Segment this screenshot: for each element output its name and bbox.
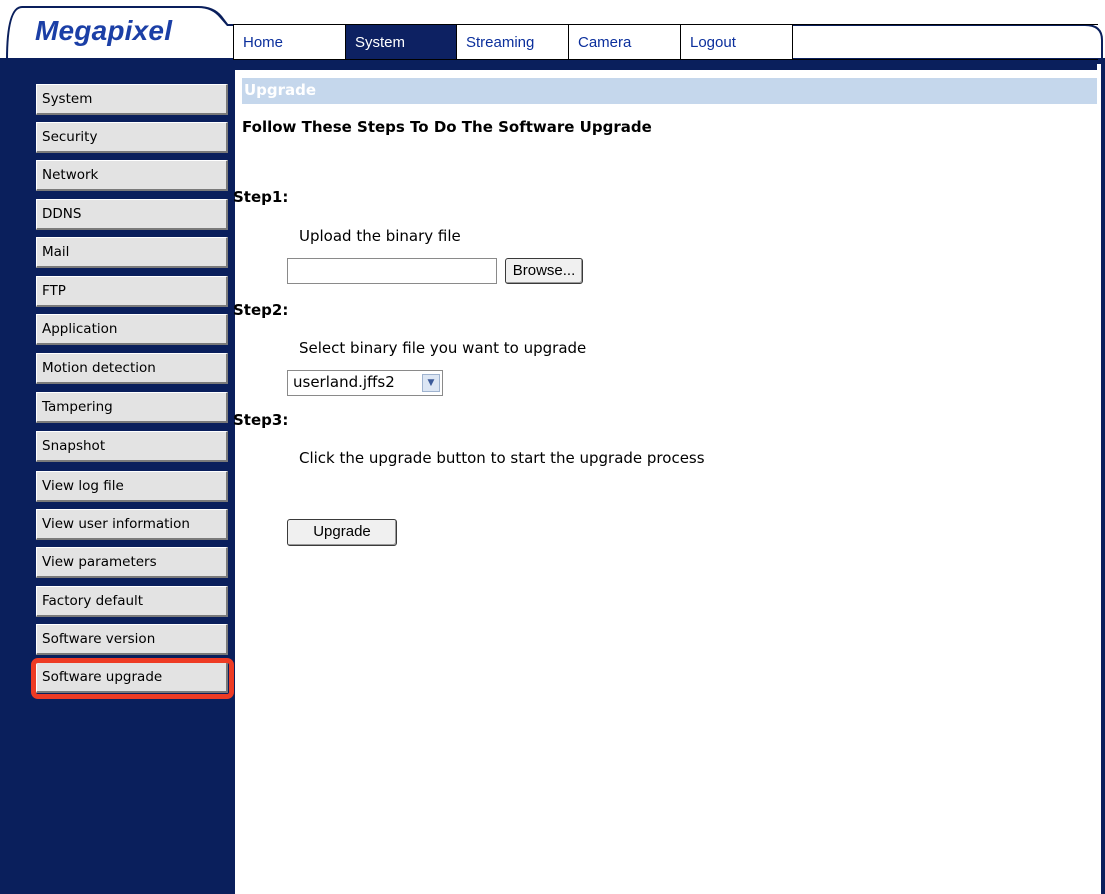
main-content: Upgrade Follow These Steps To Do The Sof…: [233, 64, 1105, 894]
right-frame-edge: [1101, 60, 1105, 894]
upgrade-button[interactable]: Upgrade: [287, 519, 397, 546]
select-value: userland.jffs2: [293, 373, 395, 391]
step1-title: Step1:: [233, 188, 289, 206]
tab-system[interactable]: System: [345, 24, 457, 60]
file-path-input[interactable]: [287, 258, 497, 284]
tab-streaming[interactable]: Streaming: [456, 24, 569, 60]
binary-file-select[interactable]: userland.jffs2 ▼: [287, 370, 443, 396]
step1-description: Upload the binary file: [299, 227, 461, 245]
nav-filler: [792, 24, 1098, 60]
header: Megapixel Home System Streaming Camera L…: [0, 0, 1105, 64]
sidebar-item-view-user-information[interactable]: View user information: [36, 509, 228, 540]
sidebar-item-application[interactable]: Application: [36, 314, 228, 345]
sidebar-item-factory-default[interactable]: Factory default: [36, 586, 228, 617]
sidebar-item-ddns[interactable]: DDNS: [36, 199, 228, 230]
sidebar: System Security Network DDNS Mail FTP Ap…: [0, 64, 235, 894]
sidebar-item-security[interactable]: Security: [36, 122, 228, 153]
top-nav: Home System Streaming Camera Logout: [233, 24, 1098, 60]
step3-description: Click the upgrade button to start the up…: [299, 449, 705, 467]
sidebar-item-view-log-file[interactable]: View log file: [36, 471, 228, 502]
page-heading: Follow These Steps To Do The Software Up…: [242, 118, 652, 136]
sidebar-item-system[interactable]: System: [36, 84, 228, 115]
logo: Megapixel: [35, 15, 173, 46]
step2-description: Select binary file you want to upgrade: [299, 339, 587, 357]
sidebar-item-software-upgrade[interactable]: Software upgrade: [36, 662, 228, 693]
sidebar-item-tampering[interactable]: Tampering: [36, 392, 228, 423]
step3-title: Step3:: [233, 411, 289, 429]
browse-button[interactable]: Browse...: [505, 258, 583, 284]
chevron-down-icon[interactable]: ▼: [422, 374, 440, 392]
sidebar-item-mail[interactable]: Mail: [36, 237, 228, 268]
tab-home[interactable]: Home: [233, 24, 346, 60]
sidebar-item-ftp[interactable]: FTP: [36, 276, 228, 307]
tab-logout[interactable]: Logout: [680, 24, 793, 60]
sidebar-item-software-version[interactable]: Software version: [36, 624, 228, 655]
sidebar-item-network[interactable]: Network: [36, 160, 228, 191]
sidebar-item-motion-detection[interactable]: Motion detection: [36, 353, 228, 384]
sidebar-item-view-parameters[interactable]: View parameters: [36, 547, 228, 578]
sidebar-item-snapshot[interactable]: Snapshot: [36, 431, 228, 462]
tab-camera[interactable]: Camera: [568, 24, 681, 60]
top-band: [235, 64, 1097, 70]
step2-title: Step2:: [233, 301, 289, 319]
section-title: Upgrade: [242, 78, 1097, 104]
